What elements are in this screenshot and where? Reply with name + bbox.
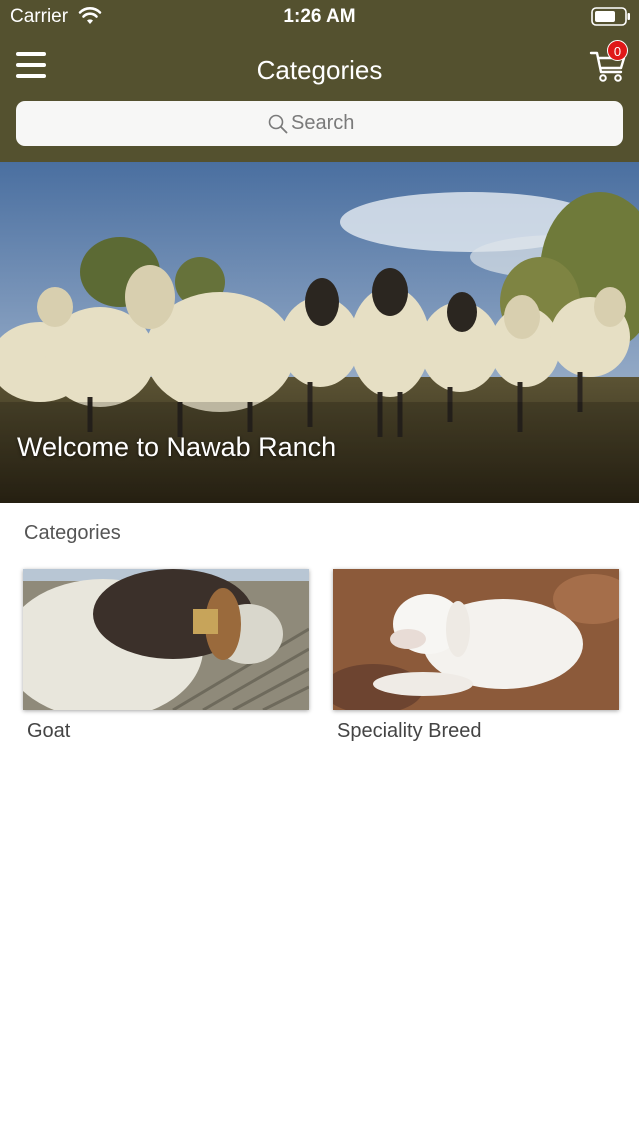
- category-card-speciality-breed[interactable]: Speciality Breed: [333, 569, 619, 749]
- category-image-speciality-breed: [333, 569, 619, 710]
- category-label: Speciality Breed: [337, 720, 482, 742]
- page-title: Categories: [256, 55, 383, 85]
- status-bar: Carrier 1:26 AM: [0, 0, 639, 34]
- search-bar[interactable]: [16, 101, 623, 146]
- battery-icon: [591, 7, 630, 26]
- app-header: Carrier 1:26 AM Categories 0: [0, 0, 639, 162]
- search-icon: [268, 114, 288, 133]
- category-card-goat[interactable]: Goat: [23, 569, 309, 749]
- section-heading: Categories: [24, 522, 121, 544]
- category-image-goat: [23, 569, 309, 710]
- cart-count-badge: 0: [607, 40, 628, 61]
- category-label: Goat: [27, 720, 71, 742]
- search-input[interactable]: [291, 112, 371, 135]
- hero-caption: Welcome to Nawab Ranch: [17, 432, 337, 462]
- status-time: 1:26 AM: [283, 6, 356, 27]
- hero-banner: Welcome to Nawab Ranch: [0, 162, 639, 503]
